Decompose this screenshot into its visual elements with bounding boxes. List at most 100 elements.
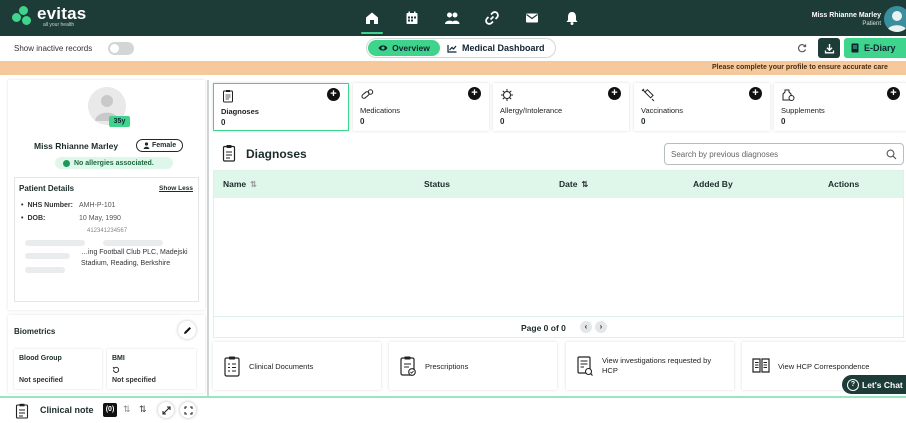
- page-indicator: Page 0 of 0: [521, 323, 566, 333]
- user-info[interactable]: Miss Rhianne Marley Patient: [812, 11, 881, 28]
- prescriptions-card[interactable]: Prescriptions: [389, 342, 557, 390]
- link-icon[interactable]: [472, 0, 512, 36]
- sort-icon[interactable]: ⇅: [250, 180, 257, 189]
- redacted-line: [25, 240, 85, 246]
- expand-icon[interactable]: [158, 402, 174, 418]
- add-medication-button[interactable]: +: [468, 87, 481, 100]
- supplement-icon: [782, 89, 795, 101]
- column-header-date[interactable]: Date ⇅: [559, 179, 588, 189]
- table-header: Name ⇅ Status Date ⇅ Added By Actions: [214, 171, 903, 198]
- clinical-note-label[interactable]: Clinical note: [40, 405, 94, 415]
- view-switch: Overview Medical Dashboard: [366, 38, 556, 58]
- clinical-note-bar: Clinical note (0) ⇅ ⇅: [0, 398, 906, 423]
- add-supplement-button[interactable]: +: [887, 87, 900, 100]
- sort-date-icon[interactable]: ⇅: [139, 404, 147, 415]
- pencil-icon: [183, 326, 191, 334]
- home-icon[interactable]: [352, 0, 392, 36]
- next-page-icon[interactable]: ›: [595, 321, 607, 333]
- investigation-icon: [577, 356, 593, 376]
- profile-banner: Please complete your profile to ensure a…: [0, 61, 906, 75]
- evitas-logo[interactable]: evitas all your health: [12, 5, 86, 29]
- dob-label: DOB:: [21, 215, 79, 222]
- gender-badge: Female: [136, 139, 184, 152]
- biometrics-title: Biometrics: [14, 327, 56, 336]
- clipboard-icon: [15, 403, 29, 419]
- add-vaccination-button[interactable]: +: [749, 87, 762, 100]
- column-added-by-label: Added By: [693, 179, 733, 189]
- category-card-allergy[interactable]: Allergy/Intolerance 0 +: [493, 83, 629, 131]
- user-name: Miss Rhianne Marley: [811, 12, 881, 19]
- check-circle-icon: [63, 159, 70, 167]
- people-icon[interactable]: [432, 0, 472, 36]
- category-card-vaccinations[interactable]: Vaccinations 0 +: [634, 83, 770, 131]
- allergy-status-text: No allergies associated.: [74, 159, 154, 167]
- diary-icon: [851, 43, 859, 53]
- mail-icon[interactable]: [512, 0, 552, 36]
- category-card-medications[interactable]: Medications 0 +: [353, 83, 489, 131]
- prescriptions-label: Prescriptions: [425, 362, 469, 371]
- refresh-icon[interactable]: [794, 40, 810, 56]
- patient-details-title: Patient Details: [19, 184, 75, 193]
- search-icon[interactable]: [886, 149, 897, 160]
- brand-name: evitas: [37, 4, 87, 23]
- virus-icon: [501, 89, 513, 101]
- bmi-value: Not specified: [112, 377, 156, 384]
- overview-label: Overview: [392, 43, 430, 53]
- column-date-label: Date: [559, 179, 578, 189]
- overview-tab[interactable]: Overview: [368, 40, 440, 56]
- show-inactive-toggle[interactable]: [108, 42, 134, 55]
- biometrics-panel: Biometrics Blood Group Not specified BMI…: [8, 315, 205, 393]
- category-count: 0: [641, 117, 646, 126]
- diagnoses-search-input[interactable]: [671, 148, 876, 161]
- bell-icon[interactable]: [552, 0, 592, 36]
- nhs-number-row: NHS Number:AMH-P-101: [21, 202, 116, 209]
- allergy-status-badge: No allergies associated.: [55, 157, 173, 169]
- blood-group-card: Blood Group Not specified: [14, 349, 102, 389]
- show-less-link[interactable]: Show Less: [159, 185, 193, 192]
- sort-icon[interactable]: ⇅: [581, 180, 588, 189]
- ediary-button[interactable]: E-Diary: [844, 38, 906, 58]
- user-avatar-icon[interactable]: [884, 6, 906, 32]
- column-header-actions: Actions: [828, 179, 859, 189]
- nhs-number-label: NHS Number:: [21, 202, 79, 209]
- column-header-name[interactable]: Name ⇅: [223, 179, 257, 189]
- add-diagnosis-button[interactable]: +: [327, 88, 340, 101]
- diagnoses-table: Name ⇅ Status Date ⇅ Added By Actions Pa…: [213, 170, 904, 338]
- category-count: 0: [781, 117, 786, 126]
- lets-chat-button[interactable]: ? Let's Chat: [842, 375, 906, 394]
- nhs-number-value: AMH-P-101: [79, 202, 116, 209]
- category-label: Medications: [360, 106, 401, 115]
- clinical-documents-card[interactable]: Clinical Documents: [213, 342, 381, 390]
- investigations-card[interactable]: View investigations requested by HCP: [566, 342, 734, 390]
- clipboard-icon: [222, 145, 236, 162]
- top-navigation-bar: evitas all your health Miss Rhianne Marl…: [0, 0, 906, 36]
- edit-biometrics-button[interactable]: [178, 321, 196, 339]
- column-header-added-by: Added By: [693, 179, 733, 189]
- syringe-icon: [641, 88, 655, 102]
- help-icon: ?: [847, 378, 859, 391]
- table-pagination: Page 0 of 0 ‹ ›: [214, 316, 903, 338]
- document-list-icon: [224, 356, 240, 377]
- diagnoses-search-box: [664, 143, 904, 165]
- investigations-label: View investigations requested by HCP: [602, 356, 712, 375]
- sort-name-icon[interactable]: ⇅: [123, 404, 131, 415]
- bmi-label: BMI: [112, 355, 125, 362]
- column-status-label: Status: [424, 179, 450, 189]
- fullscreen-icon[interactable]: [180, 402, 196, 418]
- medical-dashboard-tab[interactable]: Medical Dashboard: [447, 40, 545, 56]
- toolbar: Show inactive records Overview Medical D…: [0, 36, 906, 61]
- category-card-supplements[interactable]: Supplements 0 +: [774, 83, 906, 131]
- dob-row: DOB:10 May, 1990: [21, 215, 120, 222]
- trend-chart-icon: [447, 44, 457, 53]
- clinical-note-count: (0): [103, 403, 117, 417]
- download-button[interactable]: [818, 38, 840, 58]
- prev-page-icon[interactable]: ‹: [580, 321, 592, 333]
- book-icon: [752, 358, 770, 373]
- category-label: Diagnoses: [221, 107, 259, 116]
- category-count: 0: [360, 117, 365, 126]
- add-allergy-button[interactable]: +: [608, 87, 621, 100]
- redacted-line: [103, 240, 163, 246]
- category-card-diagnoses[interactable]: Diagnoses 0 +: [213, 83, 349, 131]
- calendar-icon[interactable]: [392, 0, 432, 36]
- profile-banner-text[interactable]: Please complete your profile to ensure a…: [712, 64, 888, 71]
